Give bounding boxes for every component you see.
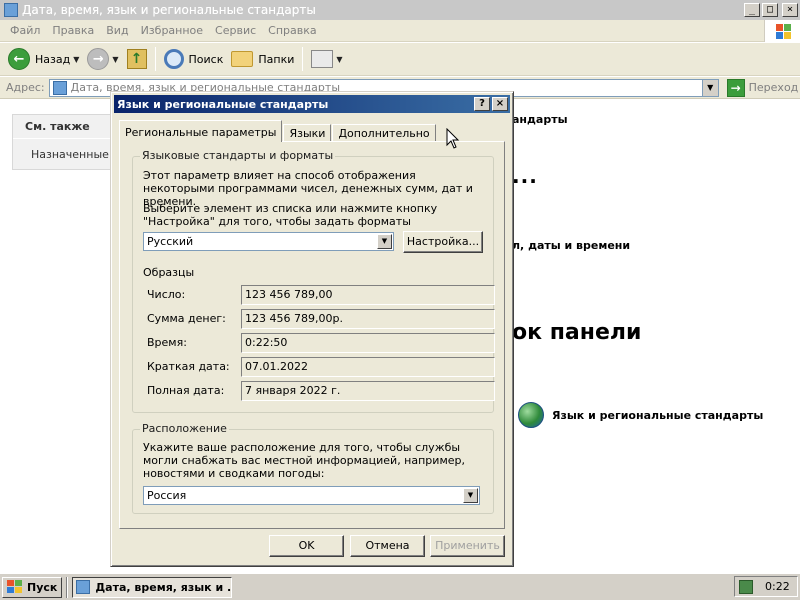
- help-button[interactable]: ?: [474, 97, 490, 111]
- sample-currency-label: Сумма денег:: [147, 312, 226, 325]
- location-select[interactable]: Россия ▼: [143, 486, 480, 505]
- forward-arrow-icon: →: [87, 48, 110, 70]
- start-button[interactable]: Пуск: [2, 576, 63, 598]
- mouse-cursor-icon: [446, 128, 460, 149]
- back-label: Назад: [35, 52, 71, 66]
- task-heading: ...: [512, 164, 538, 188]
- dialog-close-button[interactable]: ×: [492, 97, 508, 111]
- regional-options-label: Язык и региональные стандарты: [552, 408, 764, 422]
- tray-app-icon[interactable]: [739, 579, 753, 594]
- sample-short-date-value: 07.01.2022: [241, 357, 495, 377]
- forward-button[interactable]: → ▼: [83, 45, 122, 73]
- system-tray: 0:22: [734, 576, 798, 597]
- menu-favorites[interactable]: Избранное: [135, 24, 209, 37]
- see-also-panel: См. также Назначенные задачи: [12, 114, 112, 170]
- sample-currency-value: 123 456 789,00р.: [241, 309, 495, 329]
- go-arrow-icon: →: [726, 78, 745, 97]
- search-label: Поиск: [188, 52, 224, 66]
- go-button[interactable]: → Переход: [726, 78, 799, 97]
- windows-flag-icon: [7, 580, 23, 594]
- menu-file[interactable]: Файл: [4, 24, 46, 37]
- dialog-title: Язык и региональные стандарты: [117, 97, 329, 111]
- up-folder-button[interactable]: ↑: [123, 45, 151, 73]
- control-panel-icon: [52, 80, 67, 95]
- menu-tools[interactable]: Сервис: [209, 24, 262, 37]
- views-button[interactable]: ▼: [307, 45, 346, 73]
- taskbar-window-label: Дата, время, язык и ...: [95, 580, 233, 594]
- apply-button[interactable]: Применить: [430, 535, 505, 557]
- taskbar: Пуск Дата, время, язык и ... 0:22: [0, 573, 800, 600]
- minimize-button[interactable]: _: [744, 3, 760, 17]
- sample-time-label: Время:: [147, 336, 187, 349]
- menubar: Файл Правка Вид Избранное Сервис Справка: [0, 20, 800, 42]
- sample-long-date-value: 7 января 2022 г.: [241, 381, 495, 401]
- location-description: Укажите ваше расположение для того, чтоб…: [143, 441, 465, 480]
- formats-group: Языковые стандарты и форматы Этот параме…: [132, 149, 495, 413]
- chevron-down-icon[interactable]: ▼: [336, 55, 342, 64]
- globe-icon: [518, 402, 544, 428]
- sample-number-value: 123 456 789,00: [241, 285, 495, 305]
- folders-label: Папки: [258, 52, 295, 66]
- tab-advanced[interactable]: Дополнительно: [332, 124, 436, 142]
- search-button[interactable]: Поиск: [160, 45, 228, 73]
- task-link[interactable]: л, даты и времени: [512, 239, 630, 252]
- close-button[interactable]: ×: [782, 3, 798, 17]
- clock[interactable]: 0:22: [765, 580, 790, 593]
- window-titlebar: Дата, время, язык и региональные стандар…: [0, 0, 800, 20]
- folders-icon: [231, 51, 254, 67]
- tab-regional-options[interactable]: Региональные параметры: [119, 120, 283, 142]
- regional-options-item[interactable]: Язык и региональные стандарты: [518, 402, 763, 428]
- menu-view[interactable]: Вид: [100, 24, 134, 37]
- customize-button[interactable]: Настройка...: [403, 231, 483, 253]
- views-icon: [311, 50, 334, 68]
- menu-edit[interactable]: Правка: [46, 24, 100, 37]
- windows-logo-icon: [764, 20, 800, 42]
- search-icon: [163, 49, 184, 69]
- start-label: Пуск: [27, 580, 58, 594]
- folders-button[interactable]: Папки: [227, 45, 298, 73]
- address-label: Адрес:: [6, 81, 45, 94]
- samples-label: Образцы: [143, 266, 195, 279]
- tab-strip: Региональные параметры Языки Дополнитель…: [119, 120, 437, 142]
- toolbar: ← Назад ▼ → ▼ ↑ Поиск Папки ▼: [0, 43, 800, 76]
- dialog-titlebar: Язык и региональные стандарты ? ×: [114, 95, 510, 113]
- location-group: Расположение Укажите ваше расположение д…: [132, 422, 494, 514]
- go-label: Переход: [748, 81, 799, 94]
- folder-window-icon: [76, 580, 91, 594]
- see-also-title: См. также: [13, 115, 111, 139]
- maximize-button[interactable]: □: [762, 3, 778, 17]
- sample-long-date-label: Полная дата:: [147, 384, 225, 397]
- cancel-button[interactable]: Отмена: [350, 535, 425, 557]
- sample-number-label: Число:: [147, 288, 186, 301]
- menu-help[interactable]: Справка: [262, 24, 322, 37]
- chevron-down-icon[interactable]: ▼: [112, 55, 118, 64]
- folder-window-icon: [4, 3, 18, 17]
- chevron-down-icon[interactable]: ▼: [73, 55, 79, 64]
- sample-short-date-label: Краткая дата:: [147, 360, 230, 373]
- category-heading: андарты: [512, 113, 568, 126]
- see-also-link[interactable]: Назначенные задачи: [13, 139, 111, 161]
- sample-time-value: 0:22:50: [241, 333, 495, 353]
- chevron-down-icon[interactable]: ▼: [463, 488, 478, 503]
- window-title: Дата, время, язык и региональные стандар…: [22, 3, 316, 17]
- tab-panel: Языковые стандарты и форматы Этот параме…: [119, 141, 505, 529]
- control-panel-heading: ок панели: [512, 320, 642, 345]
- formats-legend: Языковые стандарты и форматы: [140, 149, 336, 162]
- ok-button[interactable]: OK: [269, 535, 344, 557]
- back-arrow-icon: ←: [8, 48, 30, 70]
- regional-options-dialog: Язык и региональные стандарты ? × Регион…: [110, 91, 514, 567]
- location-value: Россия: [147, 489, 187, 502]
- locale-value: Русский: [147, 235, 194, 248]
- tab-languages[interactable]: Языки: [283, 124, 332, 142]
- location-legend: Расположение: [140, 422, 229, 435]
- up-folder-icon: ↑: [126, 49, 147, 69]
- taskbar-window-button[interactable]: Дата, время, язык и ...: [72, 576, 233, 598]
- chevron-down-icon[interactable]: ▼: [701, 79, 718, 96]
- chevron-down-icon[interactable]: ▼: [377, 234, 392, 249]
- locale-select[interactable]: Русский ▼: [143, 232, 394, 251]
- back-button[interactable]: ← Назад ▼: [4, 45, 83, 73]
